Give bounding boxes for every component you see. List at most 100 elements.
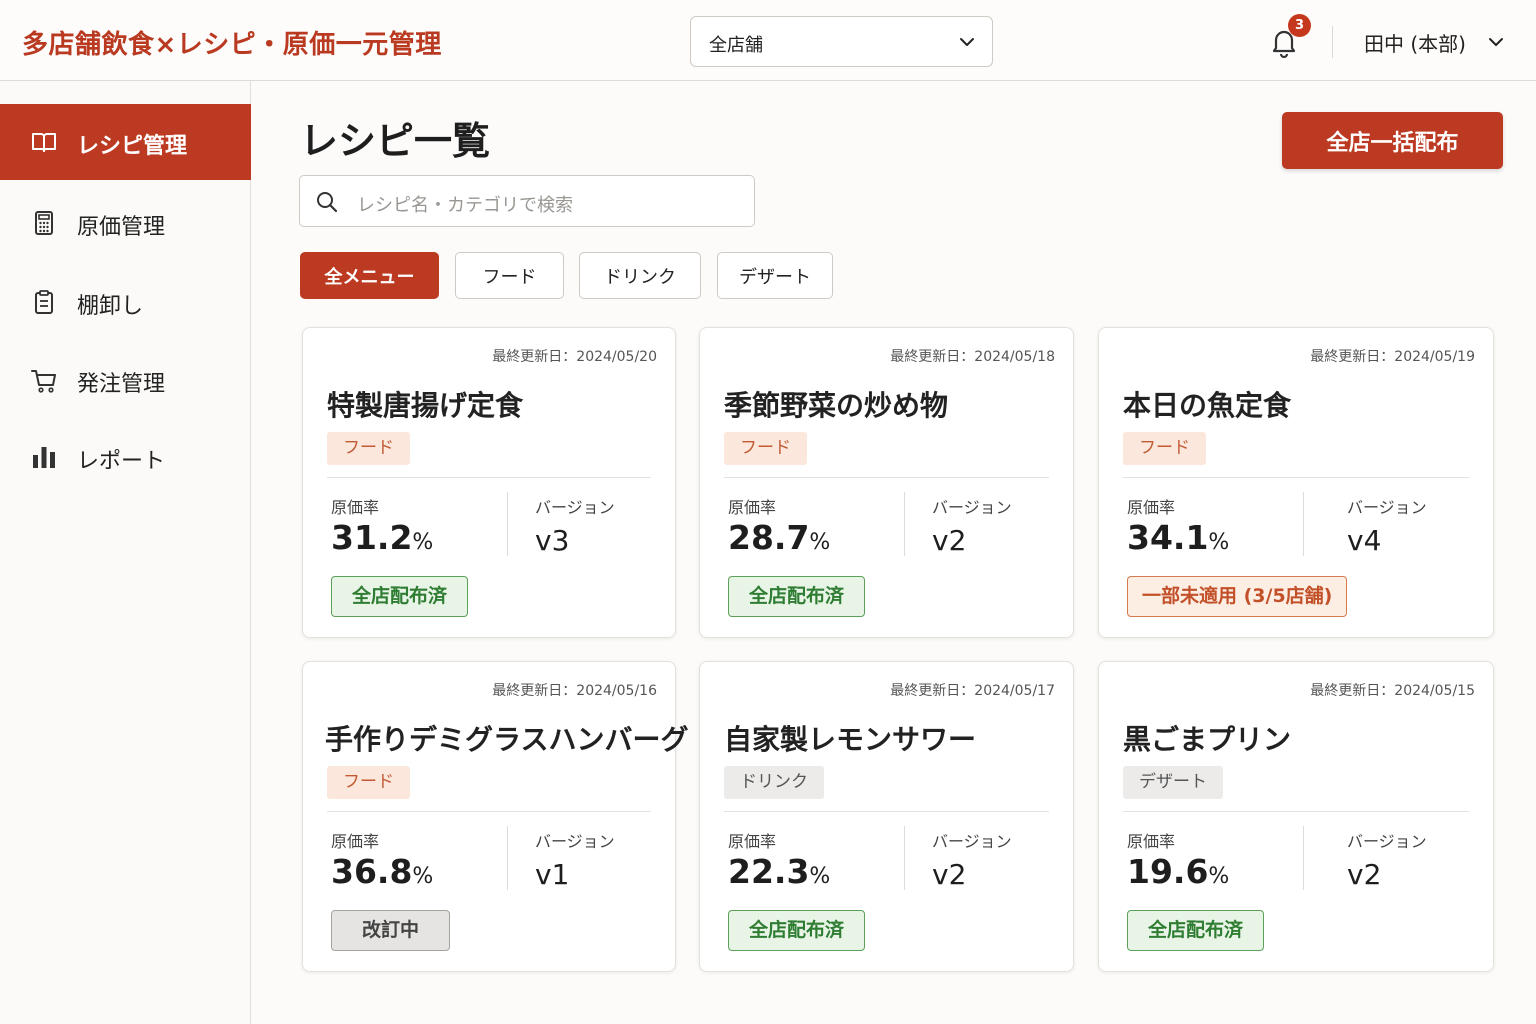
user-menu[interactable]: 田中 (本部) [1364, 28, 1503, 58]
updated-date: 最終更新日：2024/05/20 [492, 349, 657, 365]
divider [507, 826, 508, 890]
sidebar: レシピ管理 原価管理 棚卸し 発注管理 レポート [0, 81, 251, 1024]
sidebar-item-label: 発注管理 [77, 372, 166, 397]
top-header: 多店舗飲食×レシピ・原価一元管理 全店舗 3 田中 (本部) [0, 0, 1536, 81]
recipe-name: 手作りデミグラスハンバーグ [325, 723, 689, 756]
store-select[interactable]: 全店舗 [690, 16, 993, 67]
recipe-name: 特製唐揚げ定食 [327, 389, 524, 422]
store-select-value: 全店舗 [709, 35, 763, 56]
cost-rate-value: 34.1% [1127, 518, 1230, 557]
sidebar-item-label: 棚卸し [77, 294, 144, 319]
page-title: レシピ一覧 [300, 119, 491, 163]
category-tag: ドリンク [724, 766, 824, 799]
sidebar-item-recipes[interactable]: レシピ管理 [0, 104, 251, 180]
version-label: バージョン [932, 498, 1012, 517]
version-label: バージョン [1347, 832, 1427, 851]
version-label: バージョン [535, 498, 615, 517]
chevron-down-icon [1489, 38, 1503, 46]
version-label: バージョン [1347, 498, 1427, 517]
version-value: v1 [535, 858, 570, 891]
bulk-distribute-button[interactable]: 全店一括配布 [1282, 112, 1503, 169]
category-tag: フード [1123, 432, 1206, 465]
category-tag: フード [327, 432, 410, 465]
divider [1123, 811, 1469, 812]
divider [1303, 492, 1304, 556]
cost-rate-value: 28.7% [728, 518, 831, 557]
updated-date: 最終更新日：2024/05/15 [1310, 683, 1475, 699]
version-value: v2 [1347, 858, 1382, 891]
cost-rate-label: 原価率 [331, 832, 380, 851]
status-badge: 全店配布済 [1127, 910, 1265, 951]
divider [1123, 477, 1469, 478]
cost-rate-value: 19.6% [1127, 852, 1230, 891]
cost-rate-label: 原価率 [728, 498, 777, 517]
notification-badge: 3 [1288, 14, 1311, 37]
divider [904, 826, 905, 890]
divider [327, 477, 651, 478]
book-icon [32, 133, 56, 152]
version-label: バージョン [535, 832, 615, 851]
divider [507, 492, 508, 556]
status-badge: 一部未適用 (3/5店舗) [1127, 576, 1348, 617]
cost-rate-label: 原価率 [1127, 498, 1176, 517]
filter-food[interactable]: フード [455, 252, 564, 299]
divider [1303, 826, 1304, 890]
version-value: v2 [932, 524, 967, 557]
divider [327, 811, 651, 812]
status-badge: 全店配布済 [331, 576, 469, 617]
chevron-down-icon [960, 38, 974, 46]
recipe-card[interactable]: 最終更新日：2024/05/18 季節野菜の炒め物 フード 原価率 28.7% … [699, 327, 1074, 638]
divider [904, 492, 905, 556]
recipe-card[interactable]: 最終更新日：2024/05/20 特製唐揚げ定食 フード 原価率 31.2% バ… [302, 327, 676, 638]
cost-rate-value: 36.8% [331, 852, 434, 891]
filter-drink[interactable]: ドリンク [579, 252, 701, 299]
status-badge: 改訂中 [331, 910, 451, 951]
sidebar-item-inventory[interactable]: 棚卸し [0, 264, 251, 340]
updated-date: 最終更新日：2024/05/18 [890, 349, 1055, 365]
cost-rate-value: 31.2% [331, 518, 434, 557]
recipe-name: 自家製レモンサワー [724, 723, 977, 756]
version-label: バージョン [932, 832, 1012, 851]
updated-date: 最終更新日：2024/05/19 [1310, 349, 1475, 365]
app-title: 多店舗飲食×レシピ・原価一元管理 [22, 30, 442, 60]
version-value: v4 [1347, 524, 1382, 557]
recipe-card[interactable]: 最終更新日：2024/05/15 黒ごまプリン デザート 原価率 19.6% バ… [1098, 661, 1494, 972]
updated-date: 最終更新日：2024/05/17 [890, 683, 1055, 699]
recipe-card[interactable]: 最終更新日：2024/05/17 自家製レモンサワー ドリンク 原価率 22.3… [699, 661, 1074, 972]
filter-dessert[interactable]: デザート [717, 252, 833, 299]
updated-date: 最終更新日：2024/05/16 [492, 683, 657, 699]
recipe-card[interactable]: 最終更新日：2024/05/16 手作りデミグラスハンバーグ フード 原価率 3… [302, 661, 688, 972]
version-value: v3 [535, 524, 570, 557]
recipe-name: 本日の魚定食 [1123, 389, 1292, 422]
user-name: 田中 (本部) [1364, 32, 1466, 56]
search-icon [317, 192, 338, 213]
cost-rate-label: 原価率 [1127, 832, 1176, 851]
bar-chart-icon [33, 447, 55, 468]
cost-rate-value: 22.3% [728, 852, 831, 891]
sidebar-item-label: 原価管理 [77, 215, 166, 240]
cost-rate-label: 原価率 [728, 832, 777, 851]
sidebar-item-label: レシピ管理 [77, 134, 188, 159]
header-divider [1332, 26, 1333, 58]
calculator-icon [35, 211, 53, 235]
category-tag: フード [327, 766, 410, 799]
search-input[interactable]: レシピ名・カテゴリで検索 [299, 175, 755, 227]
status-badge: 全店配布済 [728, 576, 866, 617]
divider [724, 811, 1049, 812]
category-tag: フード [724, 432, 807, 465]
sidebar-item-orders[interactable]: 発注管理 [0, 342, 251, 418]
sidebar-item-cost[interactable]: 原価管理 [0, 185, 251, 261]
clipboard-icon [35, 290, 53, 314]
filter-all-menu[interactable]: 全メニュー [300, 252, 439, 299]
recipe-name: 季節野菜の炒め物 [724, 389, 949, 422]
recipe-name: 黒ごまプリン [1123, 723, 1292, 756]
cost-rate-label: 原価率 [331, 498, 380, 517]
recipe-card[interactable]: 最終更新日：2024/05/19 本日の魚定食 フード 原価率 34.1% バー… [1098, 327, 1494, 638]
search-placeholder: レシピ名・カテゴリで検索 [357, 195, 573, 216]
sidebar-item-label: レポート [77, 449, 166, 474]
divider [724, 477, 1049, 478]
status-badge: 全店配布済 [728, 910, 866, 951]
category-tag: デザート [1123, 766, 1223, 799]
cart-icon [31, 370, 56, 393]
sidebar-item-reports[interactable]: レポート [0, 419, 251, 495]
